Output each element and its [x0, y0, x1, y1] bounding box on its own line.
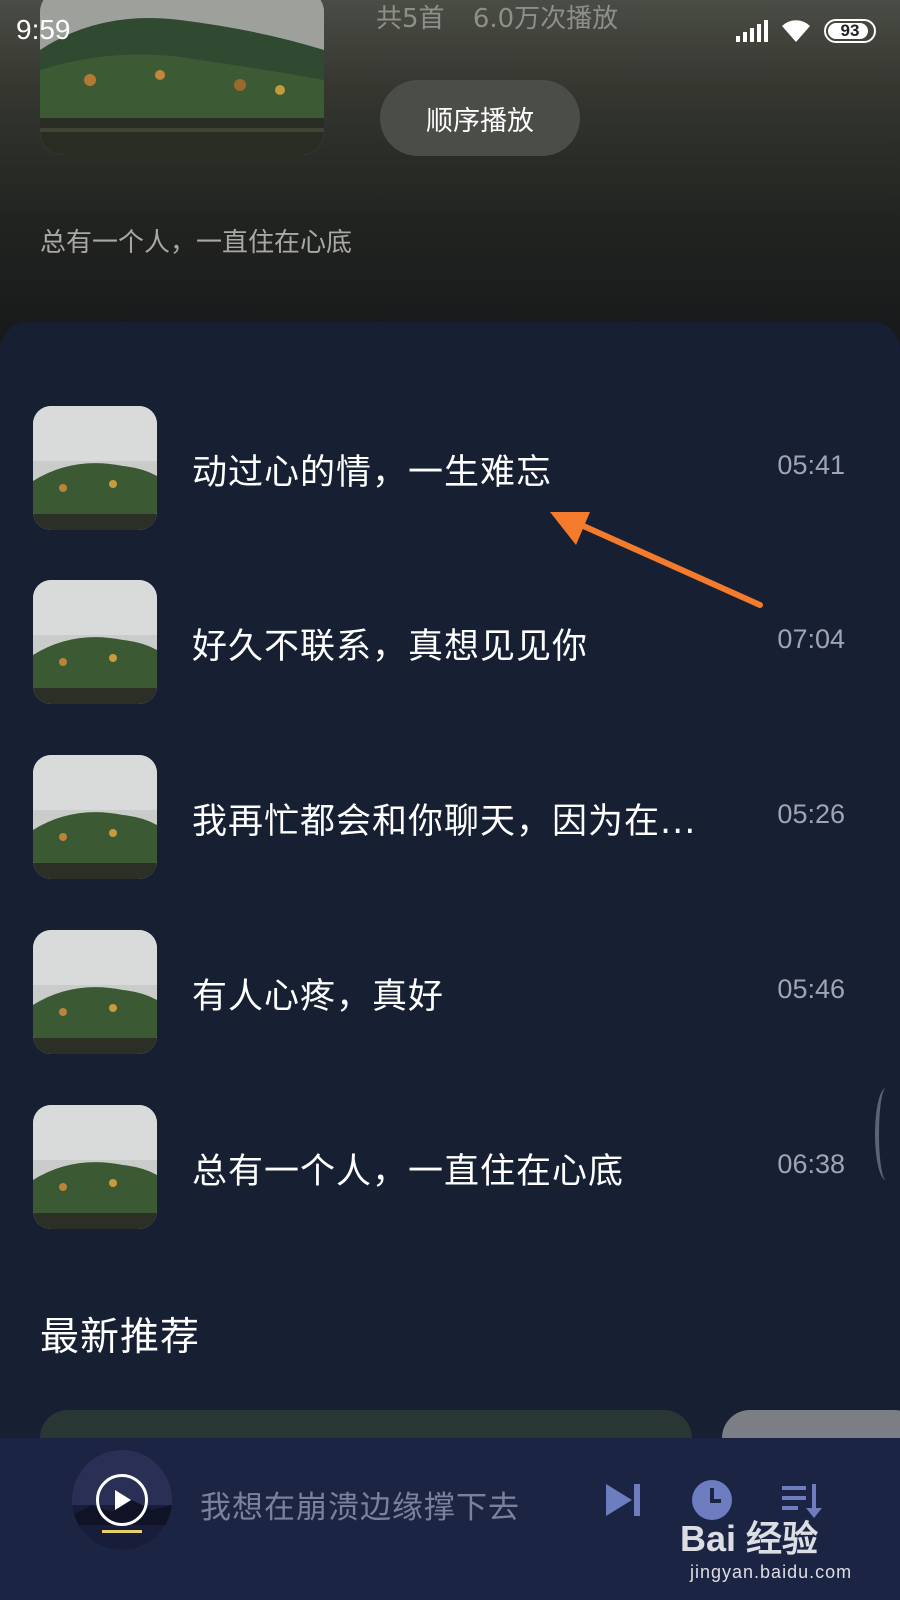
song-thumbnail: [33, 406, 157, 530]
play-icon: [115, 1490, 131, 1510]
song-title: 有人心疼，真好: [192, 977, 445, 1017]
song-row[interactable]: 总有一个人，一直住在心底 06:38: [0, 1105, 900, 1235]
status-bar: 9:59 93: [0, 0, 900, 60]
song-row[interactable]: 有人心疼，真好 05:46: [0, 930, 900, 1060]
baidu-watermark: Bai 经验 jingyan.baidu.com: [680, 1510, 880, 1590]
recommend-section-title: 最新推荐: [40, 1315, 201, 1360]
song-duration: 05:26: [777, 799, 845, 829]
battery-icon: 93: [824, 19, 876, 43]
battery-level: 93: [840, 21, 860, 40]
watermark-url: jingyan.baidu.com: [690, 1562, 853, 1582]
album-description: 总有一个人，一直住在心底: [40, 228, 353, 258]
status-time: 9:59: [16, 14, 71, 45]
song-title: 我再忙都会和你聊天，因为在...: [192, 802, 697, 842]
song-title: 好久不联系，真想见见你: [192, 627, 589, 667]
song-duration: 07:04: [777, 624, 845, 654]
song-thumbnail: [33, 580, 157, 704]
song-thumbnail: [33, 755, 157, 879]
play-button[interactable]: [96, 1474, 148, 1526]
song-duration: 05:46: [777, 974, 845, 1004]
status-icons: 93: [736, 16, 876, 46]
signal-icon: [736, 20, 768, 42]
wifi-icon: [782, 20, 810, 42]
annotation-arrow-icon: [550, 512, 763, 608]
song-title: 动过心的情，一生难忘: [192, 453, 553, 493]
watermark-logo: Bai 经验: [680, 1518, 819, 1559]
song-thumbnail: [33, 1105, 157, 1229]
song-row[interactable]: 我再忙都会和你聊天，因为在... 05:26: [0, 755, 900, 885]
now-playing-title[interactable]: 我想在崩溃边缘撑下去: [200, 1482, 520, 1527]
song-duration: 05:41: [777, 450, 845, 480]
song-duration: 06:38: [777, 1149, 845, 1179]
play-order-button[interactable]: 顺序播放: [380, 80, 580, 156]
song-thumbnail: [33, 930, 157, 1054]
scroll-handle[interactable]: [875, 1088, 897, 1180]
skip-next-icon[interactable]: [602, 1478, 646, 1522]
song-title: 总有一个人，一直住在心底: [192, 1152, 625, 1192]
